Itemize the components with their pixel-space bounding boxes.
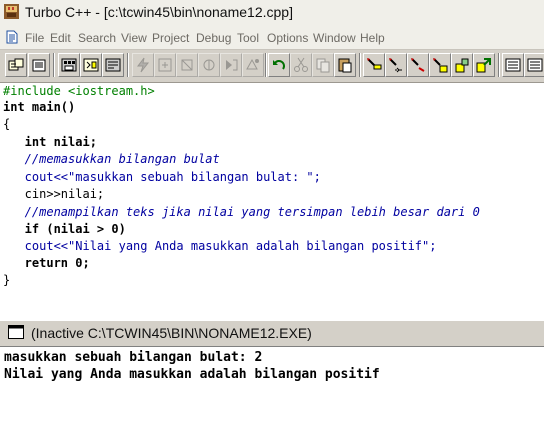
debug-icon (203, 59, 215, 71)
compile-icon (137, 57, 150, 73)
console-output: masukkan sebuah bilangan bulat: 2 Nilai … (0, 346, 544, 448)
save-button[interactable] (58, 53, 80, 77)
turbo-cpp-app-icon[interactable] (3, 3, 20, 20)
debug-button[interactable] (198, 53, 220, 77)
toolbar-separator (127, 53, 129, 77)
document-icon[interactable] (6, 30, 18, 44)
cut-icon (294, 57, 308, 72)
code-line: cin>>nilai; (3, 187, 105, 201)
undo-button[interactable] (268, 53, 290, 77)
copy-button[interactable] (312, 53, 334, 77)
menu-options[interactable]: Options (267, 31, 308, 45)
code-line: return 0; (3, 256, 90, 270)
toolbar-separator (359, 53, 361, 77)
step-icon (246, 58, 259, 70)
code-line: #include <iostream.h> (3, 84, 155, 98)
save-icon (61, 58, 77, 72)
menu-window[interactable]: Window (313, 31, 356, 45)
run-button[interactable] (220, 53, 242, 77)
menu-view[interactable]: View (121, 31, 147, 45)
menu-file[interactable]: File (25, 31, 44, 45)
find-icon (367, 58, 382, 70)
search-again-button[interactable] (407, 53, 429, 77)
undo-icon (273, 60, 285, 70)
code-editor[interactable]: #include <iostream.h> int main() { int n… (0, 83, 544, 320)
find-button[interactable] (363, 53, 385, 77)
build-button[interactable] (176, 53, 198, 77)
toolbar-separator (265, 53, 267, 77)
code-line: int main() (3, 100, 76, 114)
browse-button[interactable] (429, 53, 451, 77)
window-button[interactable] (524, 53, 544, 77)
view-icon (505, 58, 521, 72)
bookmark-icon (455, 58, 469, 73)
print-icon (105, 58, 121, 72)
code-line: cout<<"Nilai yang Anda masukkan adalah b… (3, 239, 437, 253)
code-line: int nilai; (3, 135, 97, 149)
code-line: cout<<"masukkan sebuah bilangan bulat: "… (3, 170, 321, 184)
step-button[interactable] (242, 53, 264, 77)
menu-edit[interactable]: Edit (50, 31, 71, 45)
go-button[interactable] (473, 53, 495, 77)
open-project-icon (8, 58, 24, 71)
open-file-button[interactable] (28, 53, 50, 77)
copy-icon (316, 58, 330, 73)
save-all-button[interactable] (80, 53, 102, 77)
build-icon (181, 59, 193, 71)
console-output-line: Nilai yang Anda masukkan adalah bilangan… (4, 367, 380, 382)
code-comment-line: //menampilkan teks jika nilai yang tersi… (3, 205, 480, 219)
code-line: { (3, 117, 11, 131)
compile-button[interactable] (132, 53, 154, 77)
code-comment-line: //memasukkan bilangan bulat (3, 152, 220, 166)
save-all-icon (83, 58, 99, 72)
replace-button[interactable] (385, 53, 407, 77)
menu-debug[interactable]: Debug (196, 31, 231, 45)
make-icon (158, 58, 172, 72)
open-file-icon (32, 59, 46, 72)
go-icon (476, 58, 491, 73)
bookmark-button[interactable] (451, 53, 473, 77)
make-button[interactable] (154, 53, 176, 77)
console-output-line: masukkan sebuah bilangan bulat: 2 (4, 350, 263, 365)
menu-search[interactable]: Search (78, 31, 116, 45)
console-window-icon[interactable] (8, 325, 24, 339)
print-button[interactable] (102, 53, 124, 77)
toolbar-separator (498, 53, 500, 77)
open-project-button[interactable] (5, 53, 27, 77)
menu-help[interactable]: Help (360, 31, 385, 45)
toolbar-separator (53, 53, 55, 77)
menu-tool[interactable]: Tool (237, 31, 259, 45)
cut-button[interactable] (290, 53, 312, 77)
browse-icon (433, 58, 448, 73)
window-title: Turbo C++ - [c:\tcwin45\bin\noname12.cpp… (25, 4, 293, 20)
code-line: } (3, 273, 11, 287)
paste-icon (338, 58, 352, 73)
code-line: if (nilai > 0) (3, 222, 126, 236)
window-icon (527, 58, 543, 72)
console-title: (Inactive C:\TCWIN45\BIN\NONAME12.EXE) (31, 325, 312, 341)
search-again-icon (411, 58, 425, 72)
replace-icon (389, 58, 402, 73)
menu-project[interactable]: Project (152, 31, 189, 45)
run-icon (226, 59, 238, 71)
paste-button[interactable] (334, 53, 356, 77)
view-button[interactable] (502, 53, 524, 77)
